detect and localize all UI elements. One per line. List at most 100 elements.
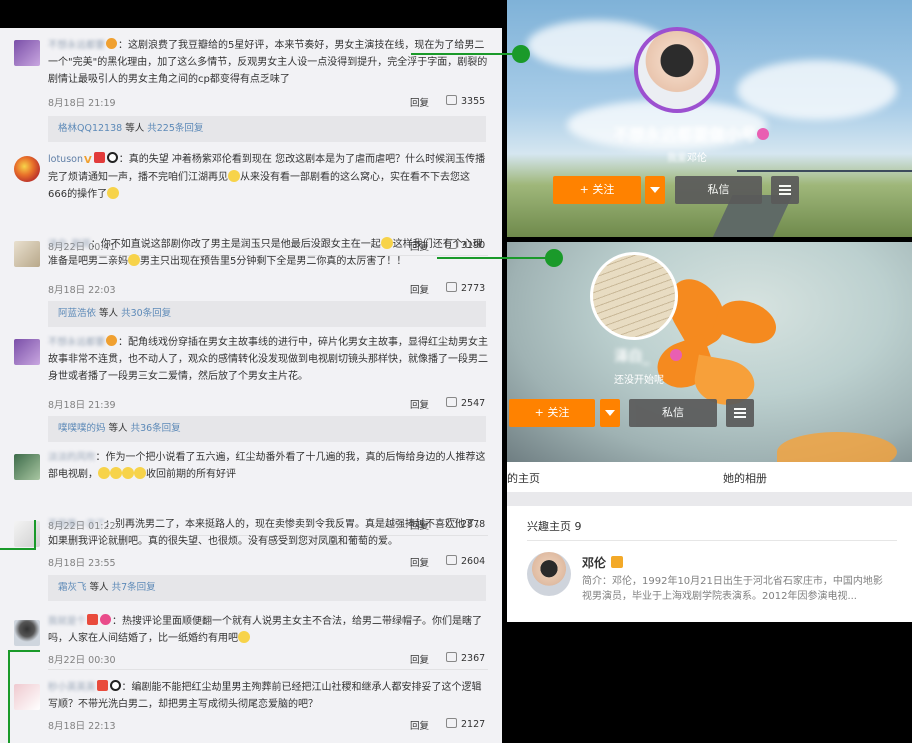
comment-username[interactable]: 不想永远都要 [48, 337, 105, 348]
sub-reply-text: 等人 [105, 423, 131, 434]
sub-reply-count[interactable]: 共225条回复 [147, 123, 203, 134]
interest-description: 简介：邓伦，1992年10月21日出生于河北省石家庄市，中国内地影视男演员，毕业… [582, 576, 883, 602]
tab-album[interactable]: 她的相册 [723, 470, 767, 486]
comment-time: 8月18日 21:39 [48, 400, 116, 411]
interest-header[interactable]: 兴趣主页 9 [527, 518, 582, 534]
comment-text: 不想永远都要 ：这剧浪费了我豆瓣给的5星好评，本来节奏好，男女主演技在线，现在为了… [48, 37, 488, 88]
comment-text: 不是第一次了：别再洗男二了，本来挺路人的，现在卖惨卖到令我反胃。真是越强捧越不喜… [48, 516, 488, 550]
comment-time: 8月22日 00:30 [48, 655, 116, 666]
like-button[interactable]: 2773 [446, 282, 485, 294]
comment-username[interactable]: 泽白_剧哥 [48, 239, 91, 250]
sub-reply-text: 等人 [86, 582, 112, 593]
reply-button[interactable]: 回复 [410, 555, 429, 569]
comment-username[interactable]: 不想永远都要 [48, 40, 105, 51]
reply-button[interactable]: 回复 [410, 282, 429, 296]
like-button[interactable]: 3355 [446, 95, 485, 107]
user-avatar[interactable] [14, 339, 40, 365]
emoji-icon [110, 467, 122, 479]
message-button[interactable]: 私信 [675, 176, 762, 204]
profile-tabs: 的主页 她的相册 [507, 462, 912, 492]
emoji-icon [122, 467, 134, 479]
connector-dot [545, 249, 563, 267]
comment-username[interactable]: 我就是个 [48, 616, 86, 627]
follow-button[interactable]: + 关注 [509, 399, 595, 427]
connector-line [411, 53, 519, 55]
user-avatar[interactable] [14, 521, 40, 547]
like-button[interactable]: 2547 [446, 397, 485, 409]
follow-dropdown-button[interactable] [600, 399, 620, 427]
interest-avatar[interactable] [527, 552, 571, 596]
gift-badge-icon [87, 614, 99, 625]
verified-v-icon: V [83, 155, 92, 166]
member-badge-icon [106, 38, 118, 49]
connector-line [0, 548, 36, 550]
user-avatar[interactable] [14, 241, 40, 267]
vip-badge-icon [100, 614, 112, 625]
sub-reply-users[interactable]: 阿蓝浩依 [58, 308, 96, 319]
sub-replies-box[interactable]: 噗噗噗的妈 等人 共36条回复 [48, 416, 486, 442]
emoji-icon [128, 254, 140, 266]
comment-text: lotusonV ：真的失望 冲着杨紫邓伦看到现在 您改这剧本是为了虐而虐吧？什么… [48, 151, 488, 203]
thumb-up-icon [446, 397, 457, 407]
sub-replies-box[interactable]: 阿蓝浩依 等人 共30条回复 [48, 301, 486, 327]
user-avatar[interactable] [14, 454, 40, 480]
follow-button[interactable]: + 关注 [553, 176, 641, 204]
reply-button[interactable]: 回复 [410, 652, 429, 666]
sub-replies-box[interactable]: 格林QQ12138 等人 共225条回复 [48, 116, 486, 142]
more-menu-button[interactable] [726, 399, 754, 427]
verified-badge-icon [611, 556, 624, 568]
user-avatar[interactable] [14, 620, 40, 646]
reply-button[interactable]: 回复 [410, 397, 429, 411]
comment-username[interactable]: 淡淡的风吹 [48, 452, 96, 463]
message-button[interactable]: 私信 [629, 399, 717, 427]
reply-button[interactable]: 回复 [410, 95, 429, 109]
like-button[interactable]: 2604 [446, 555, 485, 567]
sub-reply-count[interactable]: 共7条回复 [112, 582, 156, 593]
follow-dropdown-button[interactable] [645, 176, 665, 204]
sub-replies-box[interactable]: 霜灰飞 等人 共7条回复 [48, 575, 486, 601]
like-button[interactable]: 2127 [446, 718, 485, 730]
comment-body-cont: 收回前期的所有好评 [146, 469, 236, 480]
comment-username[interactable]: 秒小英英英 [48, 682, 96, 693]
emoji-icon [238, 631, 250, 643]
profile-desc-blurred: 我爱 [667, 153, 687, 164]
tab-home[interactable]: 的主页 [507, 470, 540, 486]
fence-background [737, 170, 912, 184]
interest-name[interactable]: 邓伦 [582, 554, 624, 571]
thumb-up-icon [446, 652, 457, 662]
comment-username[interactable]: lotuson [48, 154, 83, 165]
sub-reply-users[interactable]: 霜灰飞 [58, 582, 87, 593]
profile-name: 不想永远都要做小号 [612, 125, 757, 144]
flower-petal [711, 292, 783, 352]
comment-text: 我就是个 ：热搜评论里面顺便翻一个就有人说男主女主不合法，给男二带绿帽子。你们是瞎… [48, 613, 488, 647]
comment-time: 8月18日 22:13 [48, 721, 116, 732]
profile-avatar[interactable] [634, 27, 720, 113]
user-avatar[interactable] [14, 40, 40, 66]
like-count: 2367 [461, 653, 486, 664]
profile-avatar[interactable] [590, 252, 678, 340]
like-button[interactable]: 2367 [446, 652, 485, 664]
thumb-up-icon [446, 95, 457, 105]
divider [48, 669, 488, 670]
comment-username[interactable]: 不是第一次了 [48, 519, 105, 530]
sub-reply-count[interactable]: 共30条回复 [121, 308, 171, 319]
sub-reply-count[interactable]: 共36条回复 [131, 423, 181, 434]
gift-badge-icon [96, 680, 108, 691]
comment-time: 8月18日 21:19 [48, 98, 116, 109]
like-count: 3355 [461, 96, 486, 107]
like-count: 2773 [461, 283, 486, 294]
profile-card-1: 不想永远都要做小号 我爱邓伦 + 关注 私信 [507, 0, 912, 237]
sub-reply-users[interactable]: 格林QQ12138 [58, 123, 122, 134]
reply-button[interactable]: 回复 [410, 718, 429, 732]
sub-reply-users[interactable]: 噗噗噗的妈 [58, 423, 106, 434]
user-avatar[interactable] [14, 684, 40, 710]
sub-reply-text: 等人 [96, 308, 122, 319]
comment-meta: 8月18日 22:03 回复 2773 [48, 282, 488, 296]
more-menu-button[interactable] [771, 176, 799, 204]
like-count: 2127 [461, 719, 486, 730]
user-avatar[interactable] [14, 156, 40, 182]
thumb-up-icon [446, 282, 457, 292]
divider [507, 492, 912, 506]
verified-icon [670, 349, 682, 361]
screenshot-root: 不想永远都要 ：这剧浪费了我豆瓣给的5星好评，本来节奏好，男女主演技在线，现在为了… [0, 0, 912, 743]
